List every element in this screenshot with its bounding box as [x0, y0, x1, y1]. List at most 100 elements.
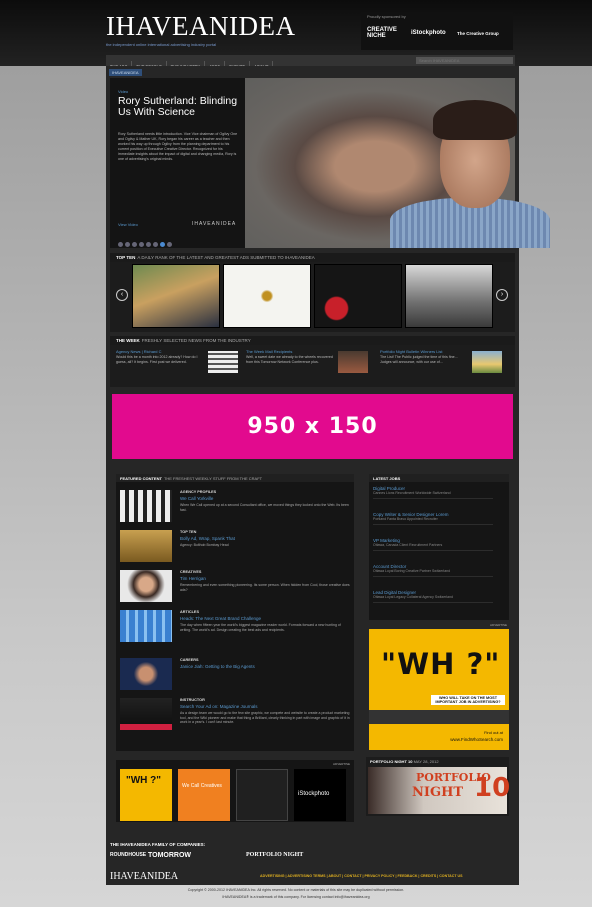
topten-thumb-1[interactable]	[132, 264, 220, 328]
featured-category: ARTICLES	[180, 610, 199, 614]
featured-thumb[interactable]	[120, 490, 172, 522]
featured-thumb[interactable]	[120, 610, 172, 642]
job-location: Cannes Lions Recruitment Worldwide Switz…	[373, 491, 451, 495]
hero-more-link[interactable]: View Video	[118, 222, 138, 227]
copyright-2: IHAVEANIDEA® is a trademark of this comp…	[222, 895, 370, 899]
site-logo[interactable]: IHAVEANIDEA	[106, 11, 295, 42]
featured-item-title[interactable]: Bolly Ad, Wrap, Spank That	[180, 536, 235, 541]
featured-category: INSTRUCTOR	[180, 698, 205, 702]
sq-ad-istock[interactable]: iStockphoto	[294, 769, 346, 821]
wh-ad-bar	[369, 710, 509, 724]
featured-item-title[interactable]: Janice Jiah: Getting to the Big Agents	[180, 664, 255, 669]
job-location: Ottawa Loyal Legacy Collateral Agency Sw…	[373, 595, 453, 599]
job-location: Portland Fanta Bravo Appointed Recruiter	[373, 517, 438, 521]
slide-dot[interactable]	[146, 242, 151, 247]
featured-thumb[interactable]	[120, 530, 172, 562]
week-item-3[interactable]: Portfolio Night Bulletin Winners List The…	[380, 349, 470, 365]
sponsor-istockphoto[interactable]: iStockphoto	[411, 30, 446, 36]
sponsor-row-label: ADVERTISE	[333, 762, 350, 766]
slide-dot[interactable]	[139, 242, 144, 247]
week-title: THE WEEK	[116, 338, 140, 343]
featured-item-desc: Agency: Bolthob Bombay Head	[180, 543, 229, 547]
job-item[interactable]: Copy Writer & Senior Designer Lorem Portl…	[373, 512, 493, 525]
featured-item-title[interactable]: Tim Herrigan	[180, 576, 206, 581]
featured-category: AGENCY PROFILES	[180, 490, 217, 494]
slide-dot[interactable]	[167, 242, 172, 247]
slide-dot[interactable]	[125, 242, 130, 247]
topten-thumb-2[interactable]	[223, 264, 311, 328]
featured-item-title[interactable]: Search Your Ad on: Magazine Journals	[180, 704, 258, 709]
sponsor-creative-niche[interactable]: CREATIVE NICHE	[367, 27, 403, 39]
sponsor-box: Proudly sponsored by CREATIVE NICHE iSto…	[361, 12, 513, 50]
wh-ad-find: Find out at	[484, 730, 503, 735]
hero-photo-hair	[433, 100, 517, 140]
wh-ad-url[interactable]: www.FindWhoSearch.com	[450, 737, 503, 742]
featured-item-desc: When We Call opened up at a second Consu…	[180, 503, 349, 512]
jobs-header: LATEST JOBS	[369, 474, 509, 482]
pn-title: PORTFOLIO NIGHT 10	[370, 759, 413, 764]
featured-thumb[interactable]	[120, 570, 172, 602]
hero-kicker: Video	[118, 89, 129, 94]
job-item[interactable]: VP Marketing Ottawa, Canada Client Recrui…	[373, 538, 493, 551]
featured-content: FEATURED CONTENT THE FRESHEST WEEKLY STUF…	[116, 474, 354, 751]
week-item-2[interactable]: The Week Mail Recipients Well, a sweet da…	[246, 349, 336, 365]
jobs-title: LATEST JOBS	[373, 476, 401, 481]
wh-ad[interactable]: ADVERTISE "WH ?" WHO WILL TAKE ON THE MO…	[369, 623, 509, 750]
featured-thumb[interactable]	[120, 658, 172, 690]
topten-thumb-4[interactable]	[405, 264, 493, 328]
pn-word-night: NIGHT	[412, 785, 464, 800]
slide-dot[interactable]	[118, 242, 123, 247]
topten-title: TOP TEN	[116, 255, 136, 260]
carousel-next-icon[interactable]: ›	[496, 289, 508, 301]
featured-category: TOP TEN	[180, 530, 197, 534]
week-item-3-image[interactable]	[472, 351, 502, 373]
slide-dot[interactable]	[153, 242, 158, 247]
featured-category: CAREERS	[180, 658, 199, 662]
company-portfolio-night[interactable]: PORTFOLIO NIGHT	[246, 852, 303, 858]
featured-item-desc: Remembering and even something pioneerin…	[180, 583, 350, 592]
carousel-prev-icon[interactable]: ‹	[116, 289, 128, 301]
sq-ad-wh[interactable]: "WH ?"	[120, 769, 172, 821]
week-item-1-image[interactable]	[208, 351, 238, 373]
main-nav: THE ADSTHE PEOPLETHE INDUSTRYJOBSEVENTSA…	[106, 55, 515, 72]
footer-links[interactable]: ADVERTISING | ADVERTISING TERMS | ABOUT …	[260, 874, 463, 878]
week-item-1[interactable]: Agency News | Richard C Would this be a m…	[116, 349, 206, 365]
copyright: Copyright © 2000-2012 IHAVEANIDEA Inc. A…	[187, 888, 405, 892]
featured-thumb[interactable]	[120, 698, 172, 730]
sq-ad-wecall[interactable]: We Call Creatives	[178, 769, 230, 821]
featured-title: FEATURED CONTENT	[120, 476, 162, 481]
week-item-title[interactable]: The Week Mail Recipients	[246, 349, 336, 354]
hero-section-pill: IHAVEANIDEA	[109, 69, 142, 76]
featured-item-title[interactable]: Heads: The Next Great Brand Challenge	[180, 616, 261, 621]
week-item-title[interactable]: Agency News | Richard C	[116, 349, 206, 354]
job-location: Ottawa Loyal Boring Creative Partner Swi…	[373, 569, 451, 573]
company-roundhouse[interactable]: ROUNDHOUSE	[110, 852, 146, 858]
job-item[interactable]: Account Director Ottawa Loyal Boring Crea…	[373, 564, 493, 577]
week-item-2-image[interactable]	[338, 351, 368, 373]
family-heading: THE IHAVEANIDEA FAMILY OF COMPANIES:	[110, 842, 206, 847]
slide-dot[interactable]	[160, 242, 165, 247]
hero-body: Rory Sutherland needs little introductio…	[118, 132, 238, 161]
search-input[interactable]	[416, 57, 513, 64]
job-item[interactable]: Digital Producer Cannes Lions Recruitment…	[373, 486, 493, 499]
hero-photo[interactable]	[245, 78, 550, 248]
hero-brand: IHAVEANIDEA	[192, 221, 237, 227]
week-subtitle: FRESHLY SELECTED NEWS FROM THE INDUSTRY	[141, 338, 251, 343]
job-item[interactable]: Lead Digital Designer Ottawa Loyal Legacy…	[373, 590, 493, 603]
week-strip: Agency News | Richard C Would this be a m…	[110, 345, 515, 387]
portfolio-night[interactable]: PORTFOLIO NIGHT 10 MAY 28, 2012 PORTFOLI…	[366, 757, 510, 816]
company-tomorrow[interactable]: TOMORROW	[148, 852, 191, 859]
topten-thumb-3[interactable]	[314, 264, 402, 328]
featured-header: FEATURED CONTENT THE FRESHEST WEEKLY STUF…	[116, 474, 354, 482]
topten-subtitle: A DAILY RANK OF THE LATEST AND GREATEST …	[137, 255, 315, 260]
site-tagline: the independent online international adv…	[106, 42, 217, 47]
hero-title[interactable]: Rory Sutherland: Blinding Us With Scienc…	[118, 96, 240, 118]
sq-ad-blank[interactable]	[236, 769, 288, 821]
featured-item-title[interactable]: We Call Yorkville	[180, 496, 213, 501]
week-item-title[interactable]: Portfolio Night Bulletin Winners List	[380, 349, 470, 354]
sponsor-creative-group[interactable]: The Creative Group	[457, 31, 499, 36]
slide-dot[interactable]	[132, 242, 137, 247]
leaderboard-ad[interactable]: 950 x 150	[112, 394, 513, 459]
footer-logo[interactable]: IHAVEANIDEA	[110, 871, 178, 882]
pn-date: MAY 28, 2012	[413, 759, 439, 764]
